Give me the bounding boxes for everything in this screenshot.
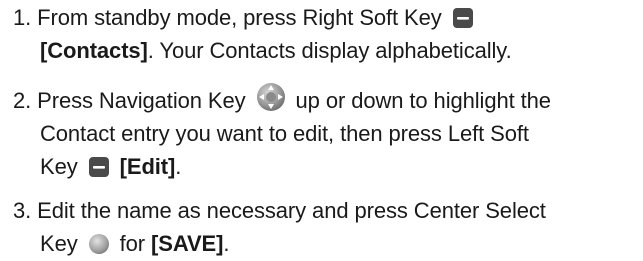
step-2-number: 2.	[13, 88, 32, 113]
step-2-line-2: Contact entry you want to edit, then pre…	[40, 121, 529, 146]
step-2-text-a: Press Navigation Key	[37, 88, 246, 113]
right-soft-key-icon	[452, 7, 474, 29]
center-select-key-icon	[88, 233, 110, 255]
contacts-label: [Contacts]	[40, 38, 148, 63]
step-1-line-2: [Contacts]. Your Contacts display alphab…	[13, 34, 638, 67]
navigation-key-icon	[256, 82, 286, 112]
step-3-line-1: 3. Edit the name as necessary and press …	[13, 198, 546, 223]
step-3-line-2: Key for [SAVE].	[13, 227, 638, 260]
step-2-line-3: Key [Edit].	[13, 150, 638, 183]
save-label: [SAVE]	[151, 231, 224, 256]
step-3-text-c: for	[119, 231, 146, 256]
step-3-text-a: Edit the name as necessary and press Cen…	[37, 198, 546, 223]
step-1-text-b: . Your Contacts display alphabetically.	[147, 38, 512, 63]
step-1-line-1: 1. From standby mode, press Right Soft K…	[13, 5, 478, 30]
step-2-text-b: up or down to highlight the	[295, 88, 551, 113]
edit-label: [Edit]	[119, 154, 176, 179]
step-2: 2. Press Navigation Key up or down to hi…	[13, 82, 638, 183]
left-soft-key-icon	[88, 156, 110, 178]
step-3-number: 3.	[13, 198, 32, 223]
step-1-text-a: From standby mode, press Right Soft Key	[37, 5, 442, 30]
step-1-number: 1.	[13, 5, 32, 30]
step-2-line-1: 2. Press Navigation Key up or down to hi…	[13, 83, 551, 113]
step-1: 1. From standby mode, press Right Soft K…	[13, 1, 638, 67]
step-3: 3. Edit the name as necessary and press …	[13, 194, 638, 260]
step-2-text-c: Key	[40, 154, 78, 179]
step-2-text-d: .	[175, 154, 182, 179]
step-3-text-d: .	[223, 231, 230, 256]
step-3-text-b: Key	[40, 231, 78, 256]
